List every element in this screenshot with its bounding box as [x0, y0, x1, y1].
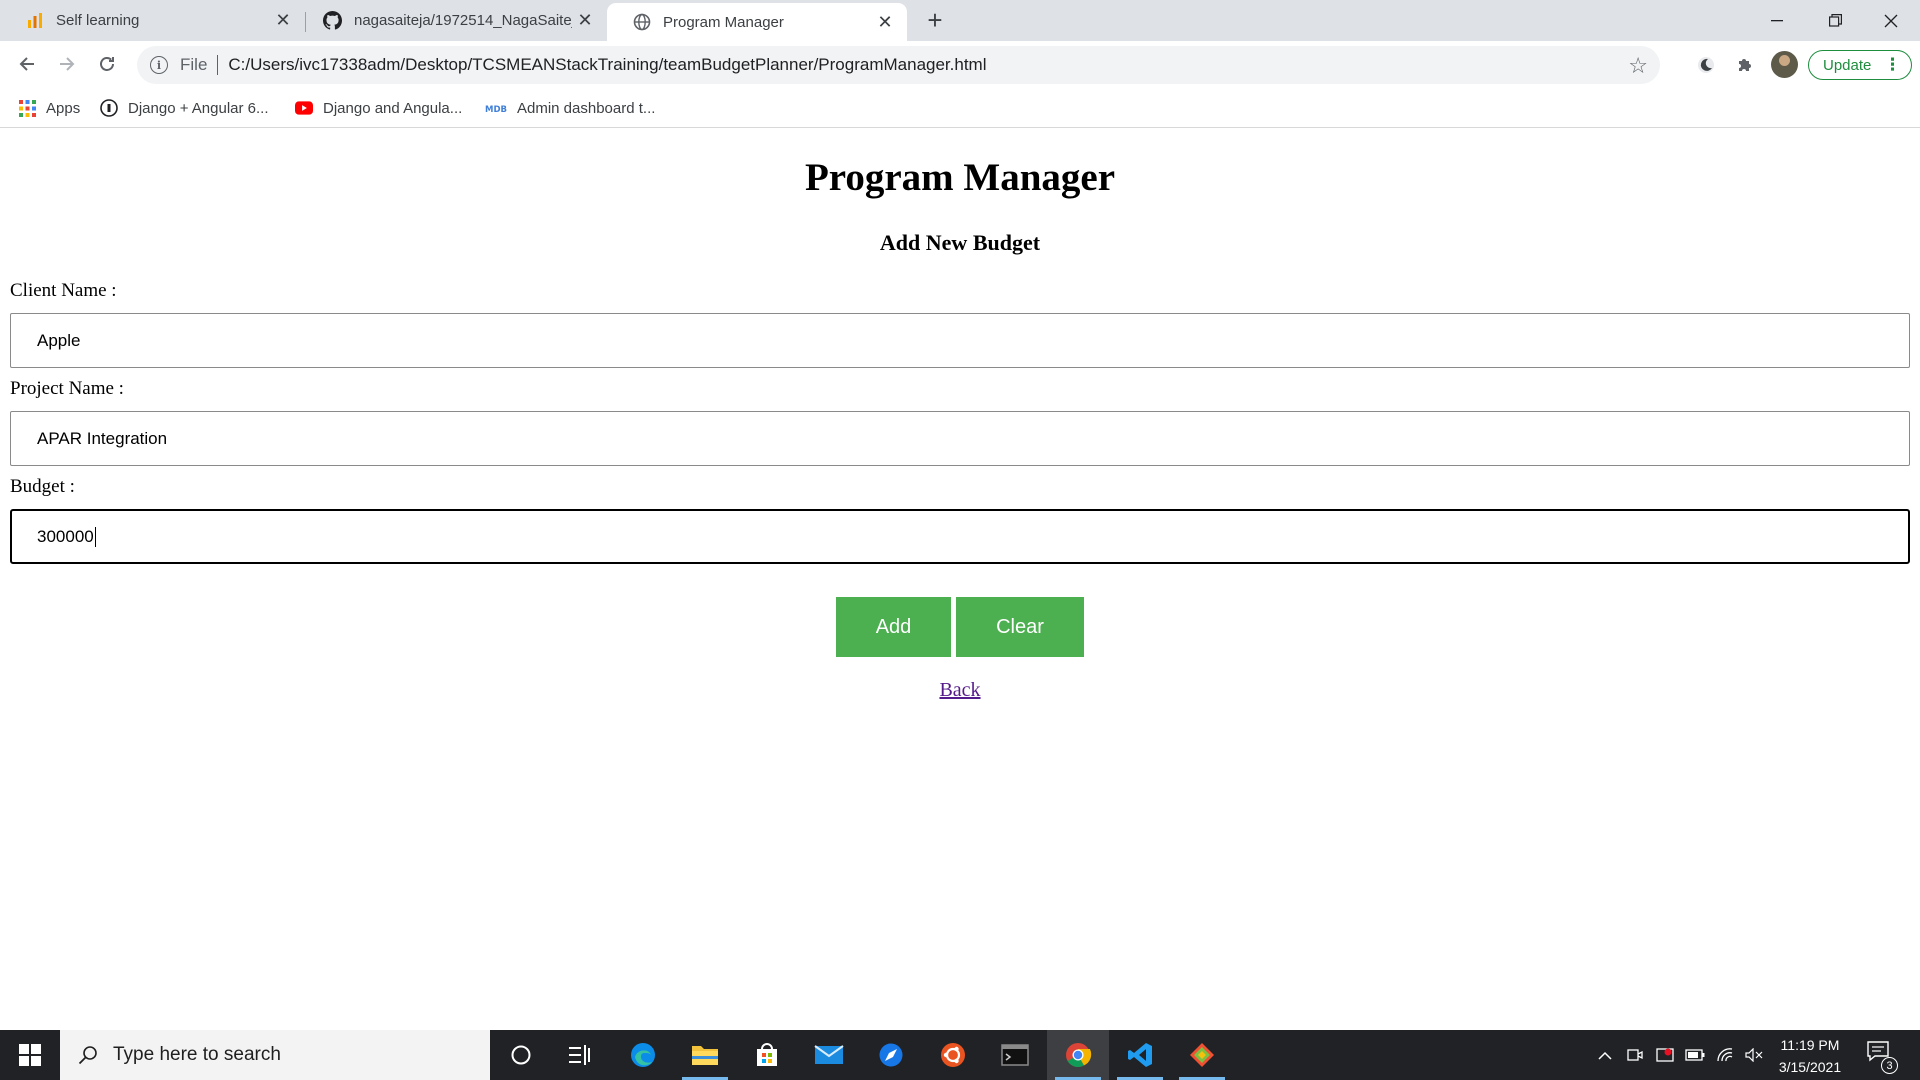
microsoft-store-icon[interactable]: [736, 1030, 798, 1080]
restore-icon[interactable]: [1806, 0, 1864, 41]
tab-title: Self learning: [56, 12, 140, 29]
github-icon: [323, 11, 342, 30]
meet-now-icon[interactable]: [1621, 1030, 1649, 1080]
client-name-label: Client Name :: [10, 280, 117, 301]
bookmarks-bar: Apps Django + Angular 6... Django and An…: [0, 88, 1920, 128]
forward-arrow-icon[interactable]: [50, 47, 84, 81]
close-tab-icon[interactable]: ✕: [872, 9, 898, 35]
tab-program-manager[interactable]: Program Manager ✕: [607, 3, 907, 41]
git-gui-icon[interactable]: [1171, 1030, 1233, 1080]
chrome-icon[interactable]: [1047, 1030, 1109, 1080]
github-icon: [100, 99, 118, 117]
bookmark-label: Django and Angula...: [323, 99, 463, 117]
bookmark-apps[interactable]: Apps: [18, 97, 80, 119]
address-bar[interactable]: i File C:/Users/ivc17338adm/Desktop/TCSM…: [137, 46, 1660, 84]
volume-muted-icon[interactable]: [1741, 1030, 1767, 1080]
project-name-input[interactable]: APAR Integration: [10, 411, 1910, 466]
cortana-icon[interactable]: [490, 1030, 552, 1080]
back-link[interactable]: Back: [939, 679, 980, 701]
task-view-icon[interactable]: [549, 1030, 611, 1080]
info-icon[interactable]: i: [150, 56, 168, 74]
edge-browser-icon[interactable]: [612, 1030, 674, 1080]
minimize-icon[interactable]: [1748, 0, 1806, 41]
dark-mode-extension-icon[interactable]: [1692, 51, 1720, 79]
scheme-label: File: [180, 55, 208, 74]
tab-self-learning[interactable]: Self learning ✕: [0, 0, 305, 41]
browser-toolbar: i File C:/Users/ivc17338adm/Desktop/TCSM…: [0, 41, 1920, 88]
tab-strip: Self learning ✕ nagasaiteja/1972514_Naga…: [0, 0, 1920, 41]
search-icon: [77, 1044, 99, 1066]
file-explorer-icon[interactable]: [674, 1030, 736, 1080]
new-tab-icon[interactable]: +: [920, 5, 950, 35]
youtube-icon: [295, 99, 313, 117]
clock-time: 11:19 PM: [1780, 1037, 1840, 1053]
notification-count-badge: 3: [1881, 1057, 1898, 1074]
back-link-row: Back: [0, 679, 1920, 702]
client-name-value: Apple: [37, 330, 81, 350]
update-label: Update: [1823, 56, 1872, 74]
divider: [217, 55, 219, 75]
svg-text:MDB: MDB: [485, 105, 507, 113]
budget-label: Budget :: [10, 476, 75, 497]
vscode-icon[interactable]: [1109, 1030, 1171, 1080]
extensions-puzzle-icon[interactable]: [1731, 51, 1759, 79]
project-name-value: APAR Integration: [37, 428, 168, 448]
analytics-icon: [25, 11, 44, 30]
reload-icon[interactable]: [90, 47, 124, 81]
search-placeholder: Type here to search: [113, 1044, 281, 1065]
mdb-icon: MDB: [485, 99, 507, 117]
bookmark-label: Admin dashboard t...: [517, 99, 656, 117]
ubuntu-icon[interactable]: [922, 1030, 984, 1080]
clock-date: 3/15/2021: [1778, 1059, 1842, 1075]
close-window-icon[interactable]: [1862, 0, 1920, 41]
project-name-label: Project Name :: [10, 378, 124, 399]
bookmark-django-angular-github[interactable]: Django + Angular 6...: [100, 97, 269, 119]
profile-avatar[interactable]: [1771, 51, 1798, 78]
page-content: Program Manager Add New Budget Client Na…: [0, 128, 1920, 1030]
apps-grid-icon: [18, 99, 36, 117]
page-subtitle: Add New Budget: [879, 230, 1041, 255]
globe-icon: [632, 13, 651, 32]
budget-value: 300000: [37, 526, 94, 546]
windows-start-icon[interactable]: [0, 1030, 60, 1080]
bookmark-django-angular-youtube[interactable]: Django and Angula...: [295, 97, 462, 119]
budget-input[interactable]: 300000: [10, 509, 1910, 564]
bookmark-admin-dashboard[interactable]: MDB Admin dashboard t...: [485, 97, 655, 119]
bookmark-star-icon[interactable]: ☆: [1628, 53, 1648, 79]
security-icon[interactable]: [1651, 1030, 1679, 1080]
add-button[interactable]: Add: [836, 597, 951, 657]
menu-kebab-icon[interactable]: ⋮: [1884, 55, 1901, 75]
bookmark-label: Apps: [46, 99, 81, 117]
chevron-up-icon[interactable]: [1591, 1030, 1619, 1080]
tab-title: nagasaiteja/1972514_NagaSaiteja: [354, 12, 572, 29]
bookmark-label: Django + Angular 6...: [128, 99, 269, 117]
tab-github[interactable]: nagasaiteja/1972514_NagaSaiteja ✕: [305, 0, 607, 41]
text-caret: [94, 526, 96, 547]
terminal-icon[interactable]: [984, 1030, 1046, 1080]
close-tab-icon[interactable]: ✕: [572, 8, 598, 34]
client-name-input[interactable]: Apple: [10, 313, 1910, 368]
clear-button[interactable]: Clear: [956, 597, 1084, 657]
compass-app-icon[interactable]: [860, 1030, 922, 1080]
mail-icon[interactable]: [798, 1030, 860, 1080]
taskbar-search-box[interactable]: Type here to search: [60, 1030, 490, 1080]
tab-title: Program Manager: [663, 13, 784, 31]
page-title: Program Manager: [804, 156, 1116, 199]
update-button[interactable]: Update ⋮: [1808, 50, 1912, 80]
notification-center-icon[interactable]: 3: [1866, 1040, 1898, 1074]
url-text[interactable]: C:/Users/ivc17338adm/Desktop/TCSMEANStac…: [228, 55, 986, 75]
system-clock[interactable]: 11:19 PM 3/15/2021: [1765, 1034, 1855, 1078]
windows-taskbar: Type here to search 11:19 PM 3/15/2021 3: [0, 1030, 1920, 1080]
wifi-icon[interactable]: [1711, 1030, 1739, 1080]
back-arrow-icon[interactable]: [10, 47, 44, 81]
close-tab-icon[interactable]: ✕: [270, 8, 296, 34]
battery-icon[interactable]: [1681, 1030, 1709, 1080]
